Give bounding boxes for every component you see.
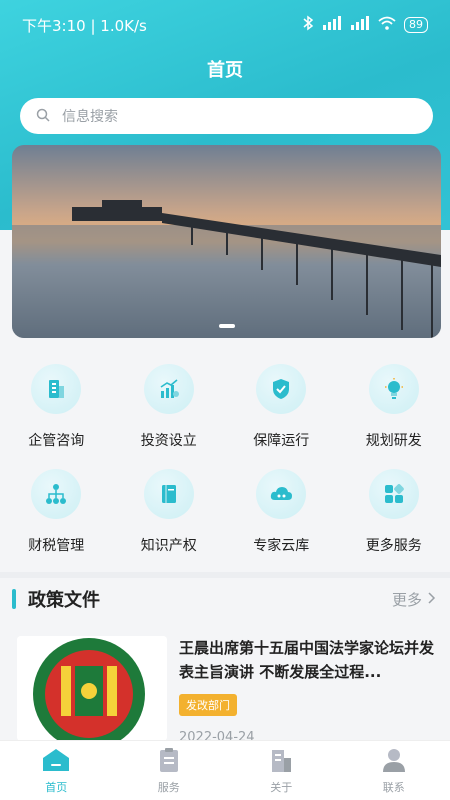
- org-chart-icon: [31, 469, 82, 519]
- menu-label: 财税管理: [28, 538, 85, 554]
- service-menu: 企管咨询 投资设立 保障运行 规划研发 财税管理 知识产权 专家云库 更多服务: [0, 360, 450, 570]
- clipboard-icon: [156, 747, 182, 777]
- section-divider: [0, 572, 450, 578]
- more-link[interactable]: 更多: [392, 589, 436, 610]
- menu-item-assurance[interactable]: 保障运行: [225, 360, 338, 465]
- section-accent-bar: [12, 589, 16, 609]
- menu-item-experts[interactable]: 专家云库: [225, 465, 338, 570]
- lightbulb-icon: [368, 364, 419, 414]
- apps-grid-icon: [368, 469, 419, 519]
- carousel-indicator: [12, 324, 441, 328]
- law-society-emblem-image: [17, 636, 167, 741]
- signal-icon-2: [350, 16, 370, 34]
- search-input[interactable]: 信息搜索: [20, 98, 433, 134]
- news-thumbnail: [17, 636, 167, 741]
- home-icon: [41, 747, 71, 777]
- section-title: 政策文件: [28, 590, 100, 611]
- signal-icon: [322, 16, 342, 34]
- chevron-right-icon: [428, 590, 436, 608]
- status-time: 下午3:10 | 1.0K/s: [22, 16, 147, 35]
- menu-item-more[interactable]: 更多服务: [338, 465, 450, 570]
- tab-contact[interactable]: 联系: [338, 741, 450, 800]
- banner-carousel[interactable]: [12, 145, 441, 338]
- search-icon: [36, 107, 50, 126]
- search-placeholder: 信息搜索: [62, 109, 118, 125]
- building-icon: [31, 364, 82, 414]
- menu-item-investment[interactable]: 投资设立: [113, 360, 226, 465]
- policy-section-header: 政策文件 更多: [0, 584, 450, 614]
- menu-label: 保障运行: [253, 433, 310, 449]
- banner-pier-image: [12, 145, 441, 338]
- cloud-icon: [256, 469, 307, 519]
- shield-check-icon: [256, 364, 307, 414]
- tab-services[interactable]: 服务: [113, 741, 226, 800]
- tab-label: 服务: [157, 780, 180, 794]
- building-icon: [268, 747, 294, 777]
- news-tag: 发改部门: [179, 694, 237, 716]
- bluetooth-icon: [302, 15, 314, 35]
- more-label: 更多: [391, 590, 422, 609]
- growth-chart-icon: [143, 364, 194, 414]
- menu-label: 专家云库: [253, 538, 310, 554]
- page-title: 首页: [207, 60, 243, 81]
- user-icon: [381, 747, 407, 777]
- tab-about[interactable]: 关于: [225, 741, 338, 800]
- tab-label: 首页: [45, 780, 68, 794]
- tab-label: 联系: [382, 780, 405, 794]
- menu-label: 知识产权: [140, 538, 197, 554]
- menu-label: 规划研发: [365, 433, 422, 449]
- tab-label: 关于: [270, 780, 293, 794]
- wifi-icon: [378, 16, 396, 34]
- carousel-dot-active: [218, 324, 235, 328]
- status-bar: 下午3:10 | 1.0K/s 89: [0, 0, 450, 50]
- menu-item-consulting[interactable]: 企管咨询: [0, 360, 113, 465]
- battery-indicator: 89: [404, 17, 428, 33]
- news-item[interactable]: 王晨出席第十五届中国法学家论坛并发表主旨演讲 不断发展全过程... 发改部门 2…: [17, 636, 437, 746]
- tab-home[interactable]: 首页: [0, 741, 113, 800]
- menu-label: 更多服务: [365, 538, 422, 554]
- menu-label: 企管咨询: [28, 433, 85, 449]
- menu-item-ip[interactable]: 知识产权: [113, 465, 226, 570]
- menu-label: 投资设立: [140, 433, 197, 449]
- menu-item-tax[interactable]: 财税管理: [0, 465, 113, 570]
- book-icon: [143, 469, 194, 519]
- bottom-tab-bar: 首页 服务 关于 联系: [0, 740, 450, 800]
- news-title: 王晨出席第十五届中国法学家论坛并发表主旨演讲 不断发展全过程...: [179, 639, 435, 681]
- menu-item-planning[interactable]: 规划研发: [338, 360, 450, 465]
